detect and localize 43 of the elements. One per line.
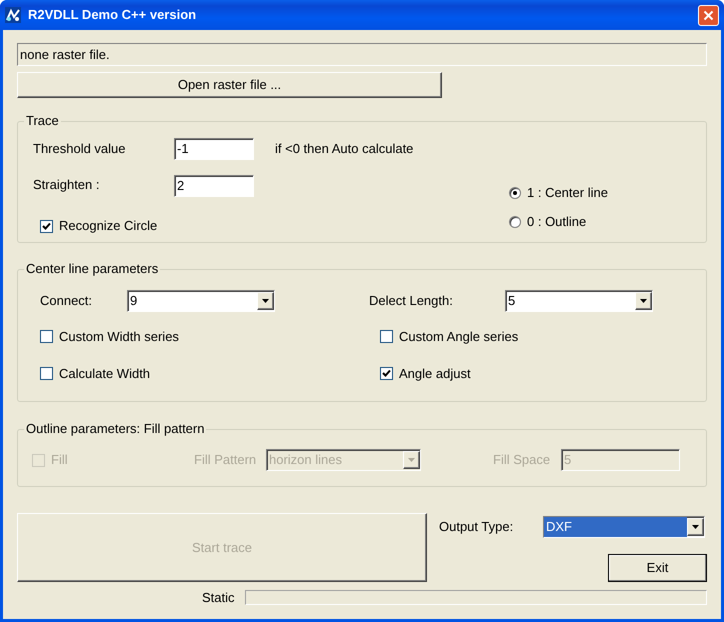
checkbox-label: Calculate Width	[59, 364, 150, 382]
window-title: R2VDLL Demo C++ version	[28, 6, 196, 24]
app-icon	[5, 7, 21, 23]
field-label: Straighten :	[33, 176, 100, 194]
checkbox[interactable]	[380, 330, 393, 344]
dropdown[interactable]: 5	[505, 290, 653, 312]
checkbox[interactable]	[40, 366, 53, 380]
hint-text: if <0 then Auto calculate	[275, 140, 414, 158]
radio-label: 0 : Outline	[527, 213, 586, 232]
checkbox[interactable]	[40, 330, 53, 344]
threshold-field[interactable]: -1	[174, 138, 254, 160]
close-button[interactable]	[698, 4, 719, 26]
dropdown[interactable]: DXF	[543, 516, 705, 538]
checkbox-label: Custom Angle series	[399, 328, 518, 346]
exit-button[interactable]: Exit	[608, 554, 707, 582]
checkbox-label: Fill	[51, 451, 68, 470]
field-label: Connect:	[40, 292, 94, 310]
status-label: Static	[202, 589, 236, 607]
field-label: Fill Space	[493, 451, 552, 470]
dropdown[interactable]: 9	[127, 290, 275, 312]
checkbox[interactable]	[40, 220, 53, 232]
checkbox-label: Angle adjust	[399, 364, 471, 383]
status-field: none raster file.	[17, 43, 707, 66]
straighten-field[interactable]: 2	[174, 175, 254, 197]
radio-label: 1 : Center line	[527, 184, 608, 202]
field-label: Delect Length:	[369, 292, 454, 310]
checkbox[interactable]	[380, 366, 393, 380]
dropdown-value: DXF	[544, 517, 687, 537]
radio-button[interactable]	[509, 186, 521, 199]
dropdown-value: horizon lines	[268, 451, 343, 470]
close-icon	[703, 10, 714, 20]
group-title: Center line parameters	[25, 262, 160, 276]
dropdown-value: 9	[129, 292, 138, 310]
group-title: Outline parameters: Fill pattern	[25, 422, 206, 436]
field-label: Output Type:	[439, 518, 514, 536]
field-label: Fill Pattern	[194, 451, 258, 470]
dropdown-value: 5	[507, 292, 516, 310]
field-label: Threshold value	[33, 140, 126, 158]
group-title: Trace	[25, 114, 60, 128]
open-file-button[interactable]: Open raster file ...	[17, 72, 442, 98]
checkbox-label: Custom Width series	[59, 328, 179, 346]
checkbox-label: Recognize Circle	[59, 217, 158, 236]
radio-button[interactable]	[509, 216, 521, 228]
